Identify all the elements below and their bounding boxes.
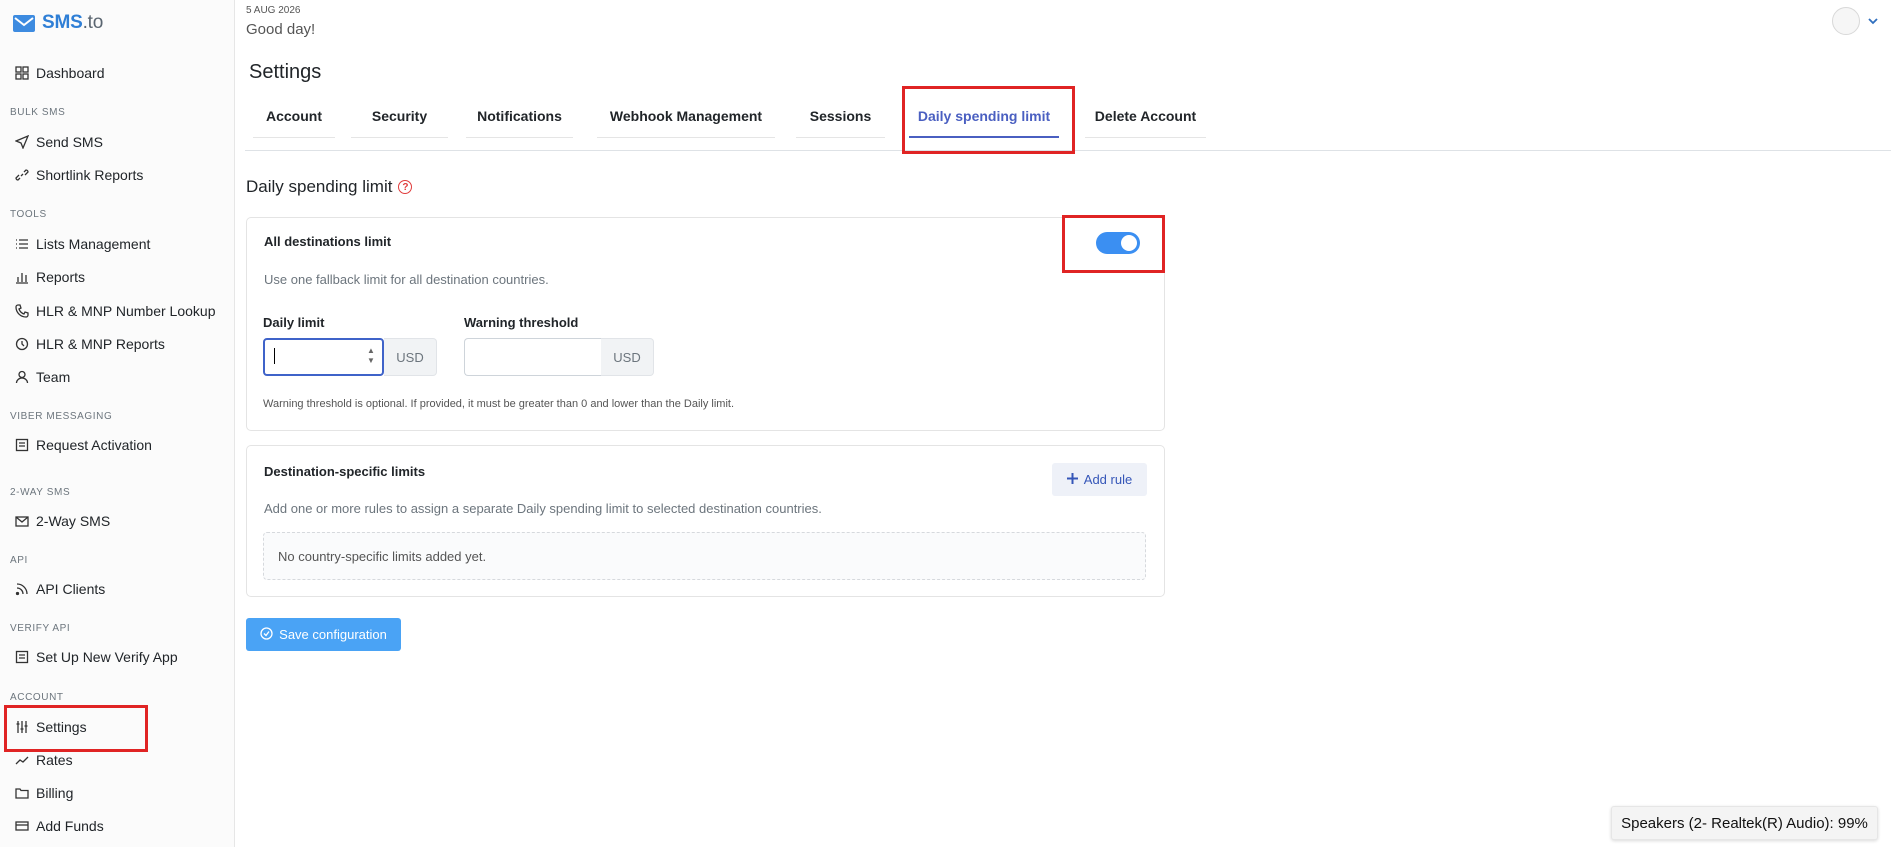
section-bulk-sms: BULK SMS [10,107,66,118]
warning-threshold-label: Warning threshold [464,315,579,330]
sidebar-item-dashboard[interactable]: Dashboard [14,62,105,84]
sidebar-item-label: 2-Way SMS [36,513,111,529]
avatar[interactable] [1832,7,1860,35]
card-title: All destinations limit [264,234,392,249]
header-greeting: Good day! [246,21,316,38]
tab-sessions[interactable]: Sessions [796,108,885,138]
sidebar-item-verify-app[interactable]: Set Up New Verify App [14,646,178,668]
number-spinner[interactable]: ▲ ▼ [366,346,376,366]
sidebar-item-settings[interactable]: Settings [14,716,87,738]
empty-rules-placeholder: No country-specific limits added yet. [263,532,1146,580]
sidebar-item-label: Settings [36,719,87,735]
sidebar-item-label: HLR & MNP Reports [36,336,165,352]
save-label: Save configuration [279,627,387,642]
trend-icon [14,752,30,768]
plus-icon [1066,472,1078,487]
credit-card-icon [14,818,30,834]
section-tools: TOOLS [10,209,47,220]
currency-addon: USD [384,338,437,376]
text-cursor [274,348,275,364]
section-two-way: 2-WAY SMS [10,487,71,498]
section-verify: VERIFY API [10,623,71,634]
sidebar-item-label: Team [36,369,71,385]
logo-text: SMS.to [42,12,104,33]
sidebar-item-lists-management[interactable]: Lists Management [14,233,150,255]
card-title: Destination-specific limits [264,464,426,479]
currency-addon: USD [601,338,654,376]
sidebar-item-label: Lists Management [36,236,151,252]
help-icon[interactable]: ? [398,180,413,194]
user-icon [14,369,30,385]
folder-icon [14,785,30,801]
sidebar-item-label: Shortlink Reports [36,167,144,183]
check-circle-icon [260,626,273,643]
sidebar-item-label: Send SMS [36,134,103,150]
sidebar-item-team[interactable]: Team [14,366,70,388]
form-icon [14,437,30,453]
tabs-divider [245,150,1891,151]
sidebar-item-label: Request Activation [36,437,152,453]
sidebar-item-label: Reports [36,269,86,285]
sidebar-item-label: Add Funds [36,818,104,834]
sidebar-item-hlr-lookup[interactable]: HLR & MNP Number Lookup [14,300,215,322]
sliders-icon [14,719,30,735]
sidebar-item-api-clients[interactable]: API Clients [14,578,105,600]
phone-icon [14,303,30,319]
mail-icon [14,513,30,529]
bar-chart-icon [14,269,30,285]
grid-icon [14,65,30,81]
sidebar-item-hlr-reports[interactable]: HLR & MNP Reports [14,333,165,355]
sidebar-item-label: Set Up New Verify App [36,649,178,665]
add-rule-button[interactable]: Add rule [1052,463,1147,496]
toggle-knob [1121,235,1137,251]
warning-hint: Warning threshold is optional. If provid… [263,398,735,410]
warning-threshold-group: USD [464,338,654,376]
daily-limit-group: ▲ ▼ USD [263,338,437,376]
header-date: 5 AUG 2026 [246,5,301,16]
form-icon [14,649,30,665]
sidebar-item-send-sms[interactable]: Send SMS [14,131,103,153]
sidebar-item-request-activation[interactable]: Request Activation [14,434,152,456]
tab-webhook-management[interactable]: Webhook Management [597,108,775,138]
list-icon [14,236,30,252]
chevron-down-icon[interactable] [1866,14,1880,28]
sidebar-item-label: HLR & MNP Number Lookup [36,303,216,319]
link-icon [14,167,30,183]
tab-daily-spending-limit[interactable]: Daily spending limit [909,108,1059,138]
section-title: Daily spending limit ? [246,177,413,197]
send-icon [14,134,30,150]
tab-delete-account[interactable]: Delete Account [1085,108,1206,138]
sidebar-item-label: Dashboard [36,65,105,81]
warning-threshold-input[interactable] [464,338,601,376]
tab-security[interactable]: Security [351,108,448,138]
tab-notifications[interactable]: Notifications [466,108,573,138]
sidebar-item-label: API Clients [36,581,106,597]
tab-account[interactable]: Account [253,108,335,138]
sidebar-item-reports[interactable]: Reports [14,266,85,288]
all-destinations-toggle[interactable] [1096,232,1140,254]
card-description: Use one fallback limit for all destinati… [264,272,549,287]
section-account: ACCOUNT [10,692,64,703]
sidebar-item-rates[interactable]: Rates [14,749,73,771]
daily-limit-label: Daily limit [263,315,325,330]
sidebar-item-two-way-sms[interactable]: 2-Way SMS [14,510,110,532]
section-title-text: Daily spending limit [246,177,393,196]
sidebar-item-label: Billing [36,785,74,801]
volume-toast: Speakers (2- Realtek(R) Audio): 99% [1611,806,1878,840]
section-viber: VIBER MESSAGING [10,411,113,422]
sidebar-item-add-funds[interactable]: Add Funds [14,815,104,837]
section-api: API [10,555,28,566]
card-description: Add one or more rules to assign a separa… [264,501,822,516]
save-configuration-button[interactable]: Save configuration [246,618,401,651]
add-rule-label: Add rule [1083,472,1133,487]
envelope-icon [13,14,35,32]
sidebar-item-billing[interactable]: Billing [14,782,73,804]
history-icon [14,336,30,352]
rss-icon [14,581,30,597]
logo[interactable]: SMS.to [13,12,103,34]
sidebar-item-label: Rates [36,752,73,768]
sidebar: SMS.to Dashboard BULK SMS Send SMS Short… [0,0,235,847]
sidebar-item-shortlink-reports[interactable]: Shortlink Reports [14,164,143,186]
page-title: Settings [249,61,322,83]
